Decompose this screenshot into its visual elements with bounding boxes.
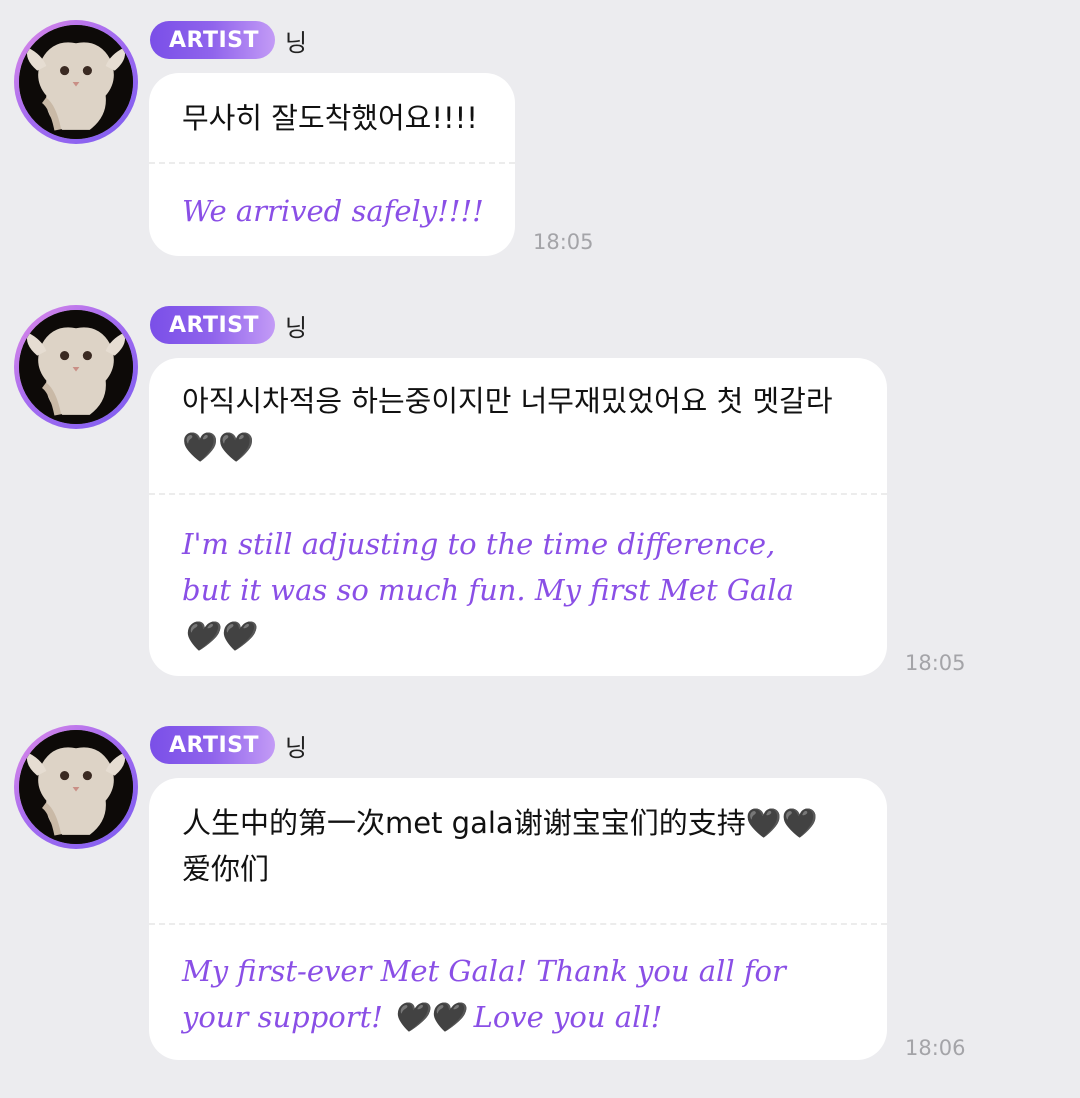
translation-divider <box>149 493 887 495</box>
message-bubble[interactable]: 人生中的第一次met gala谢谢宝宝们的支持🖤🖤爱你们 My first-ev… <box>149 778 887 1060</box>
artist-name: 닝 <box>285 313 308 342</box>
artist-badge: ARTIST <box>150 726 276 764</box>
artist-avatar[interactable] <box>14 725 138 849</box>
translation-divider <box>149 162 515 164</box>
artist-badge: ARTIST <box>150 21 276 59</box>
translation-text: I'm still adjusting to the time differen… <box>182 527 794 653</box>
original-text: 人生中的第一次met gala谢谢宝宝们的支持🖤🖤爱你们 <box>182 806 818 886</box>
artist-badge: ARTIST <box>150 306 276 344</box>
artist-name: 닝 <box>285 733 308 762</box>
cat-photo-icon <box>19 25 133 139</box>
artist-avatar[interactable] <box>14 20 138 144</box>
translation-text: We arrived safely!!!! <box>182 194 484 228</box>
cat-photo-icon <box>19 730 133 844</box>
message-bubble[interactable]: 무사히 잘도착했어요!!!! We arrived safely!!!! <box>149 73 515 256</box>
cat-photo-icon <box>19 310 133 424</box>
message-bubble[interactable]: 아직시차적응 하는중이지만 너무재밌었어요 첫 멧갈라 🖤🖤 I'm still… <box>149 358 887 676</box>
original-text: 아직시차적응 하는중이지만 너무재밌었어요 첫 멧갈라 🖤🖤 <box>182 384 833 464</box>
artist-name: 닝 <box>285 28 308 57</box>
timestamp: 18:05 <box>905 651 966 675</box>
translation-divider <box>149 923 887 925</box>
artist-avatar[interactable] <box>14 305 138 429</box>
translation-text: My first-ever Met Gala! Thank you all fo… <box>182 954 786 1034</box>
original-text: 무사히 잘도착했어요!!!! <box>182 101 478 135</box>
timestamp: 18:06 <box>905 1036 966 1060</box>
timestamp: 18:05 <box>533 230 594 254</box>
